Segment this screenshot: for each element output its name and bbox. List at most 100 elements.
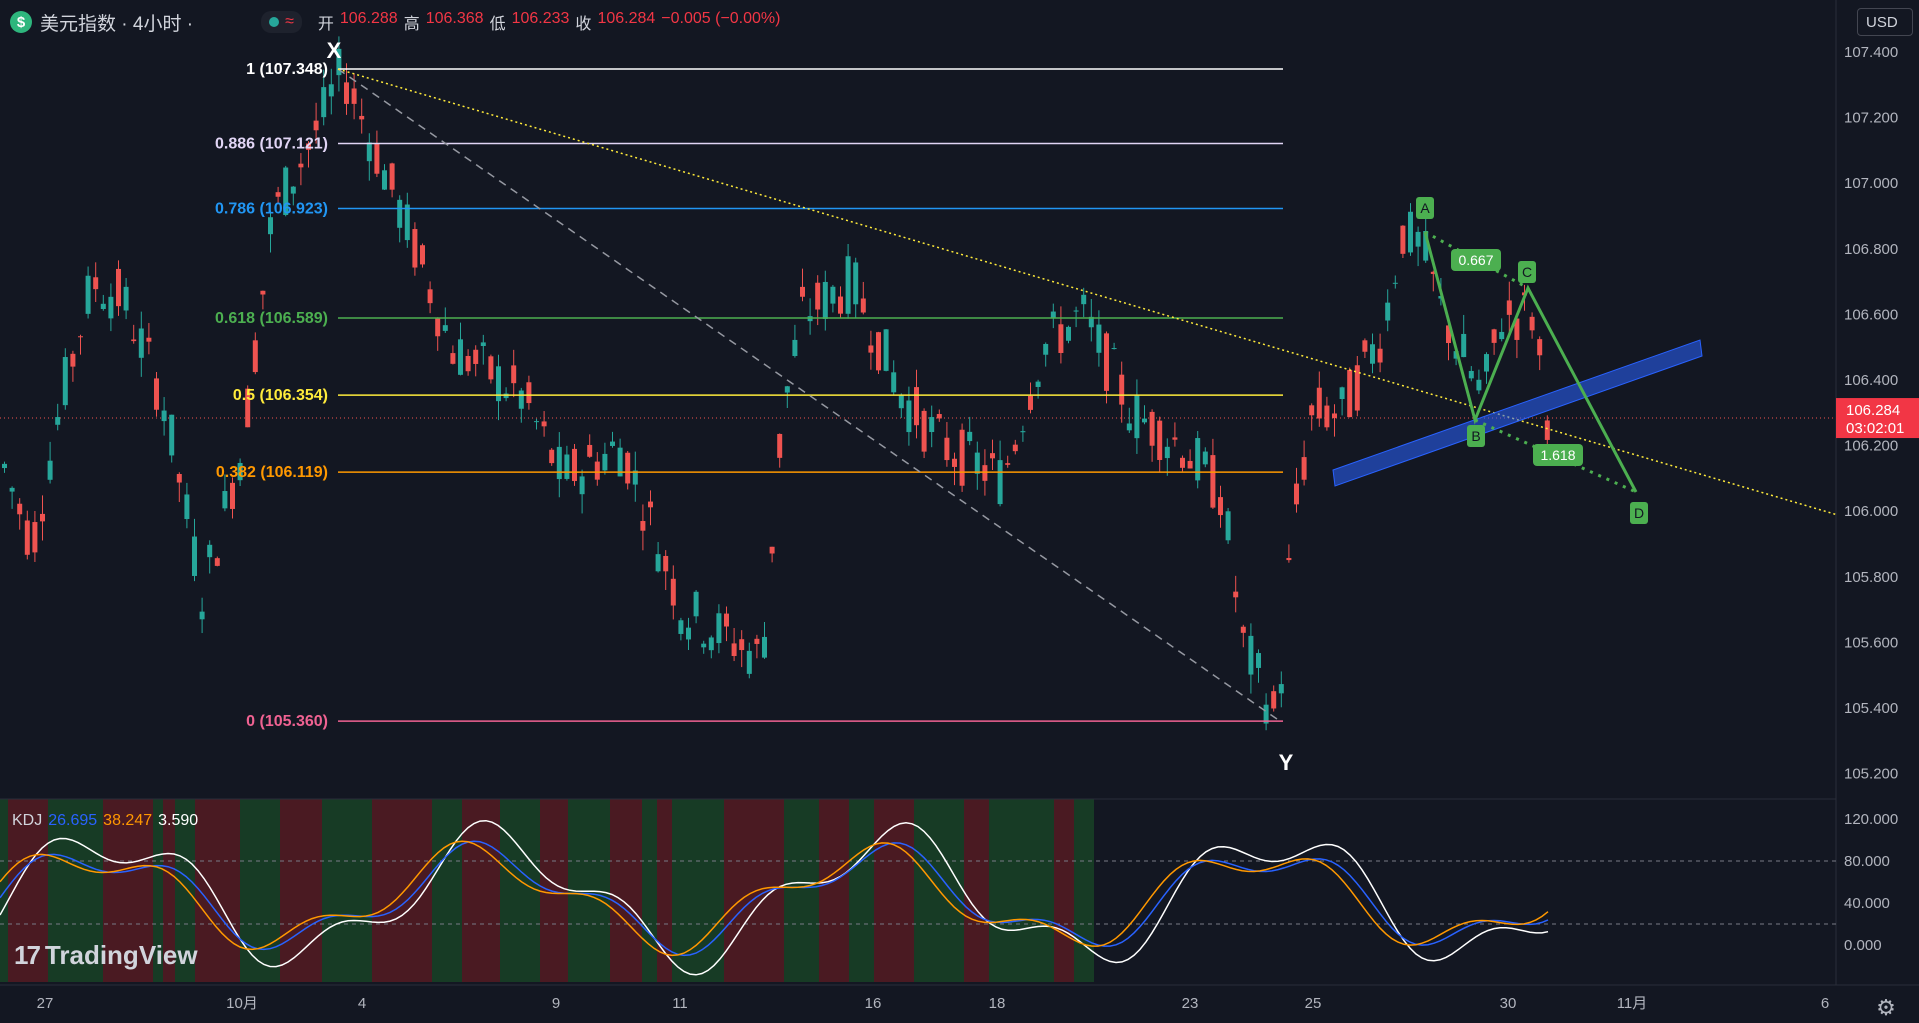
candle-body	[518, 390, 524, 409]
close-label: 收	[575, 16, 592, 33]
candle-body	[199, 611, 205, 620]
candle-body	[1195, 438, 1201, 481]
candle-body	[769, 546, 775, 554]
candle-body	[1066, 326, 1071, 341]
kdj-band	[1054, 799, 1074, 982]
candle-body	[724, 613, 729, 627]
candle-body	[731, 643, 737, 657]
pattern-ratio-label: 1.618	[1540, 447, 1575, 463]
kdj-k-value: 26.695	[48, 812, 98, 829]
candle-body	[9, 487, 15, 492]
candle-body	[55, 417, 61, 425]
pattern-point-label: D	[1634, 505, 1644, 521]
chart-header: $ 美元指数 · 4小时 · ≈ 开 106.288 高 106.368 低 106.…	[10, 8, 780, 36]
candle-body	[176, 473, 182, 483]
close-value: 106.284	[597, 10, 656, 27]
kdj-d-value: 38.247	[103, 812, 153, 829]
kdj-tick-label: 120.000	[1844, 811, 1898, 828]
candle-body	[1339, 387, 1345, 399]
fib-level-label: 0.786 (106.923)	[215, 200, 328, 217]
candle-body	[427, 289, 433, 304]
candle-body	[572, 448, 577, 482]
fib-level-label: 0.382 (106.119)	[216, 464, 328, 481]
candle-body	[1248, 635, 1254, 675]
candle-body	[480, 342, 486, 347]
candle-body	[1104, 333, 1109, 391]
candle-body	[686, 627, 691, 640]
market-open-icon	[269, 17, 280, 27]
tv-logo-icon: 17	[14, 940, 41, 970]
pattern-point-label: C	[1522, 264, 1532, 280]
candle-body	[1126, 423, 1132, 431]
time-tick-label: 23	[1182, 995, 1199, 1012]
pattern-point-label: A	[1420, 200, 1430, 216]
currency-selector[interactable]: USD	[1857, 8, 1913, 36]
candle-body	[777, 433, 783, 458]
candle-body	[602, 453, 608, 471]
kdj-tick-label: 80.000	[1844, 853, 1890, 870]
price-tick-label: 106.800	[1844, 241, 1898, 258]
candle-body	[207, 544, 213, 558]
kdj-band	[1019, 799, 1054, 982]
candle-body	[1271, 691, 1277, 709]
candle-body	[906, 400, 912, 433]
candle-body	[670, 578, 676, 606]
kdj-band	[462, 799, 500, 982]
market-status[interactable]: ≈	[261, 11, 302, 33]
time-tick-label: 11月	[1617, 995, 1648, 1012]
candle-body	[1187, 460, 1193, 469]
candle-body	[32, 522, 38, 553]
candle-body	[47, 460, 53, 480]
kdj-name: KDJ	[12, 812, 43, 829]
price-tick-label: 106.400	[1844, 372, 1898, 389]
candle-body	[693, 591, 699, 617]
candle-body	[648, 501, 653, 508]
candle-body	[1385, 302, 1391, 321]
price-tick-label: 106.600	[1844, 306, 1898, 323]
candle-body	[1537, 339, 1543, 356]
countdown-label: 03:02:01	[1846, 420, 1904, 437]
kdj-band	[964, 799, 989, 982]
candle-body	[746, 650, 752, 674]
candle-body	[222, 491, 228, 509]
kdj-legend[interactable]: KDJ 26.695 38.247 3.590	[12, 812, 198, 830]
candle-body	[420, 245, 425, 265]
candle-body	[62, 357, 68, 406]
candle-body	[640, 521, 646, 531]
kdj-band	[642, 799, 657, 982]
dollar-icon: $	[10, 11, 32, 33]
symbol-title[interactable]: 美元指数 · 4小时 ·	[40, 9, 193, 36]
candle-body	[1028, 396, 1033, 410]
candle-body	[100, 303, 106, 309]
price-tick-label: 105.600	[1844, 634, 1898, 651]
time-tick-label: 27	[37, 995, 54, 1012]
kdj-band	[849, 799, 874, 982]
candle-body	[1240, 626, 1246, 633]
low-label: 低	[489, 16, 506, 33]
fib-level-label: 0.618 (106.589)	[215, 310, 328, 327]
candle-body	[298, 163, 304, 168]
candle-body	[412, 229, 418, 268]
gear-icon[interactable]: ⚙	[1873, 995, 1899, 1021]
price-chart[interactable]: 1 (107.348) 0.886 (107.121) 0.786 (106.923…	[0, 0, 1919, 1023]
candle-body	[952, 458, 957, 467]
candle-body	[397, 199, 403, 228]
candle-body	[374, 143, 380, 174]
candle-body	[534, 421, 539, 423]
candle-body	[587, 444, 593, 457]
y-marker: Y	[1279, 750, 1294, 775]
tradingview-logo[interactable]: 17 TradingView	[14, 940, 198, 971]
candle-body	[473, 349, 479, 364]
candle-body	[1278, 684, 1284, 694]
candle-body	[1461, 333, 1467, 358]
candle-body	[1180, 457, 1185, 468]
candle-body	[366, 142, 372, 162]
time-tick-label: 16	[865, 995, 882, 1012]
candle-body	[1294, 483, 1299, 505]
candle-body	[1005, 463, 1011, 465]
price-tick-label: 105.400	[1844, 700, 1898, 717]
kdj-tick-label: 0.000	[1844, 937, 1882, 954]
candle-body	[1324, 405, 1330, 428]
candle-body	[85, 275, 91, 314]
candle-body	[1218, 497, 1223, 516]
